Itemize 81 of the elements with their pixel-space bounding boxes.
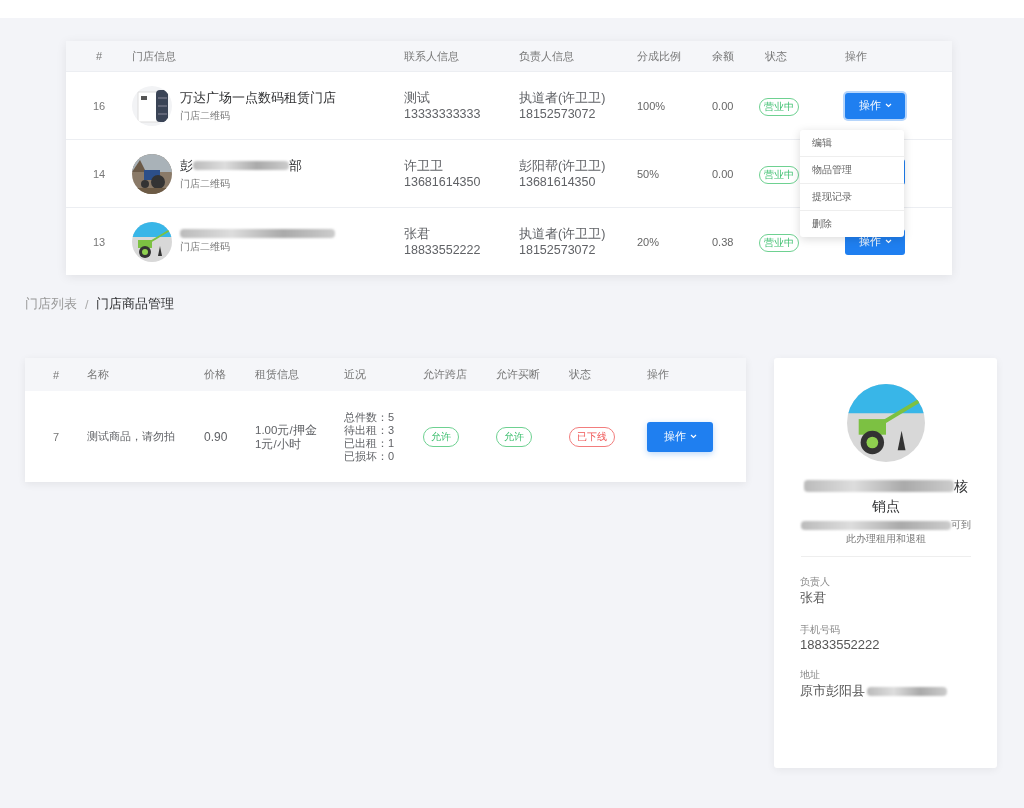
- stock-count: 已出租：1: [344, 436, 396, 450]
- field-label: 地址: [800, 668, 821, 682]
- menu-item[interactable]: 删除: [800, 210, 904, 237]
- column-header: 状态: [765, 48, 788, 64]
- contact-phone: 13681614350: [404, 173, 482, 190]
- balance: 0.38: [712, 235, 735, 248]
- chevron-down-icon: [884, 239, 892, 244]
- column-header: 允许买断: [496, 367, 541, 382]
- field-value: 18833552222: [800, 637, 880, 652]
- qr-code-link[interactable]: 门店二维码: [180, 176, 302, 191]
- stock-count: 总件数：5: [344, 410, 396, 424]
- column-header: 状态: [569, 367, 592, 382]
- row-number: 13: [91, 235, 107, 248]
- price: 0.90: [204, 429, 229, 444]
- breadcrumb-separator: /: [85, 297, 89, 312]
- contact-name: 张君: [404, 225, 431, 242]
- status-tag: 已下线: [569, 426, 615, 447]
- store-name: 万达广场一点数码租赁门店: [180, 88, 336, 107]
- column-header: #: [51, 368, 61, 381]
- row-number: 16: [91, 99, 107, 112]
- status-tag: 营业中: [759, 233, 799, 252]
- owner-name: 彭阳帮(许卫卫): [519, 157, 607, 174]
- column-header: 余额: [712, 48, 735, 64]
- contact-name: 许卫卫: [404, 157, 444, 174]
- store-name: 彭: [180, 156, 193, 175]
- owner-phone: 13681614350: [519, 173, 597, 190]
- breadcrumb-item[interactable]: 门店列表: [25, 296, 77, 313]
- qr-code-link[interactable]: 门店二维码: [180, 240, 335, 254]
- share-ratio: 100%: [637, 99, 667, 112]
- balance: 0.00: [712, 167, 735, 180]
- contact-phone: 18833552222: [404, 241, 482, 258]
- chevron-down-icon: [884, 103, 892, 108]
- column-header: 联系人信息: [404, 48, 460, 64]
- rental-info: 1.00元/押金: [255, 422, 318, 437]
- store-description: 此办理租用和退租: [845, 532, 926, 546]
- goods-name: 测试商品，请勿拍: [87, 429, 176, 444]
- column-header: 门店信息: [132, 48, 177, 64]
- column-header: 负责人信息: [519, 48, 575, 64]
- status-tag: 允许: [423, 426, 459, 447]
- balance: 0.00: [712, 99, 735, 112]
- store-name: 部: [289, 156, 302, 175]
- breadcrumb-item: 门店商品管理: [96, 296, 175, 313]
- owner-phone: 18152573072: [519, 105, 597, 122]
- status-tag: 营业中: [759, 97, 799, 116]
- share-ratio: 20%: [637, 235, 661, 248]
- row-number: 7: [51, 430, 61, 443]
- store-title: 核: [953, 477, 968, 496]
- owner-name: 执道者(许卫卫): [519, 225, 607, 242]
- menu-item[interactable]: 物品管理: [800, 156, 904, 183]
- column-header: 允许跨店: [423, 367, 468, 382]
- store-description: 可到: [950, 518, 971, 532]
- field-value: 原市彭阳县: [800, 682, 865, 700]
- status-tag: 允许: [496, 426, 532, 447]
- column-header: 操作: [647, 367, 670, 382]
- column-header: 租赁信息: [255, 367, 300, 382]
- stock-count: 待出租：3: [344, 423, 396, 437]
- owner-phone: 18152573072: [519, 241, 597, 258]
- field-label: 手机号码: [800, 623, 841, 637]
- field-label: 负责人: [800, 575, 831, 589]
- contact-phone: 13333333333: [404, 105, 482, 122]
- action-button[interactable]: 操作: [845, 92, 905, 119]
- qr-code-link[interactable]: 门店二维码: [180, 108, 336, 123]
- row-number: 14: [91, 167, 107, 180]
- stock-count: 已损坏：0: [344, 449, 396, 463]
- column-header: 名称: [87, 367, 110, 382]
- column-header: 分成比例: [637, 48, 682, 64]
- action-button[interactable]: 操作: [647, 421, 713, 452]
- owner-name: 执道者(许卫卫): [519, 89, 607, 106]
- field-value: 张君: [800, 589, 826, 607]
- status-tag: 营业中: [759, 165, 799, 184]
- menu-item[interactable]: 提现记录: [800, 183, 904, 210]
- column-header: 操作: [845, 48, 868, 64]
- column-header: 价格: [204, 367, 227, 382]
- rental-info: 1元/小时: [255, 436, 302, 451]
- menu-item[interactable]: 编辑: [800, 130, 904, 156]
- contact-name: 测试: [404, 89, 431, 106]
- column-header: #: [94, 50, 104, 62]
- share-ratio: 50%: [637, 167, 661, 180]
- store-title: 销点: [871, 497, 900, 516]
- chevron-down-icon: [689, 434, 697, 439]
- column-header: 近况: [344, 367, 367, 382]
